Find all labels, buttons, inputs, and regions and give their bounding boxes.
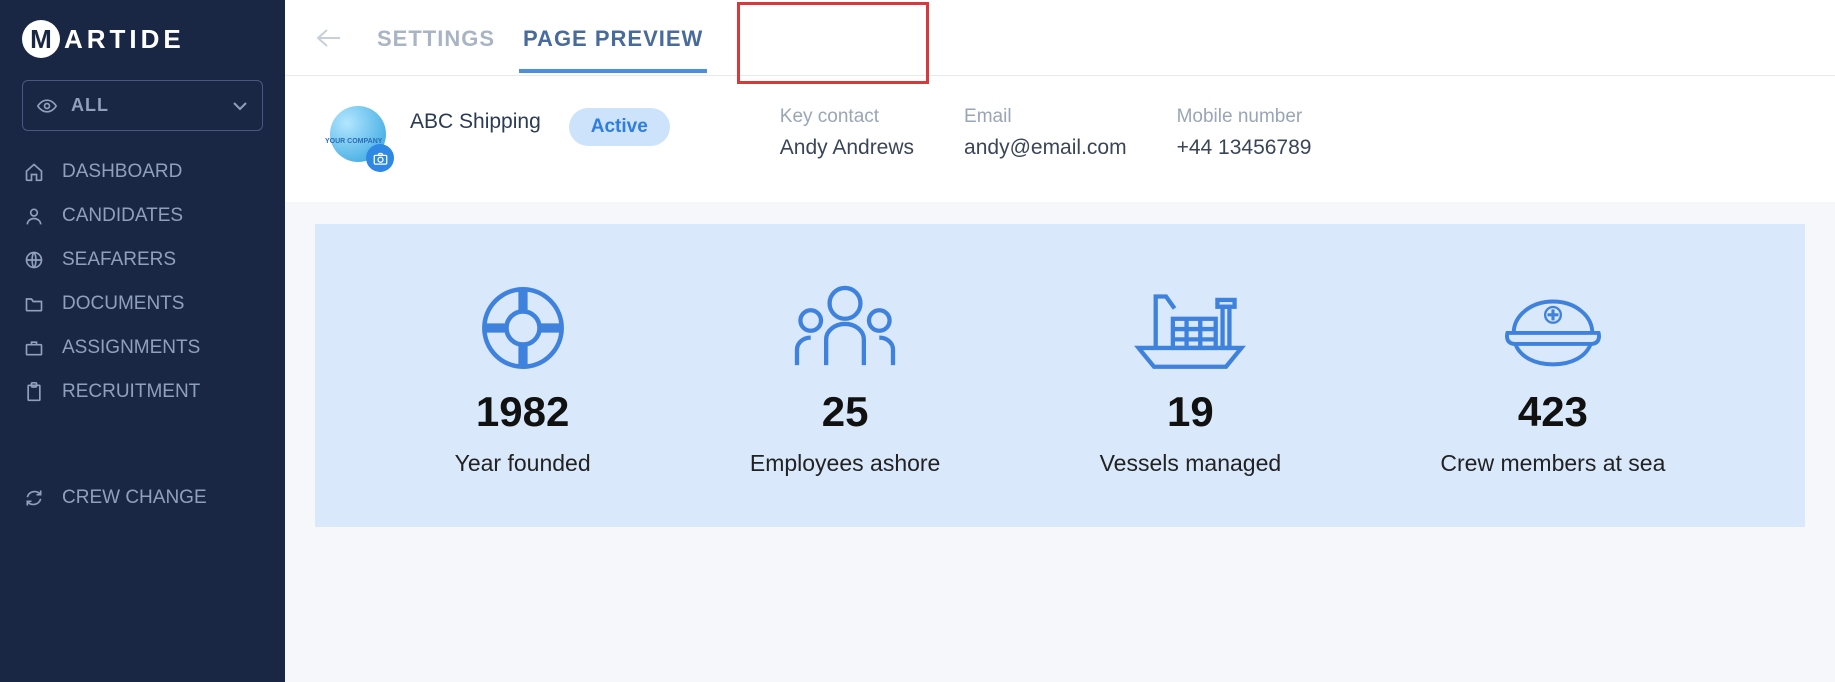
company-profile-row: YOUR COMPANY ABC Shipping Active Key con… [285, 76, 1835, 202]
contact-email: Email andy@email.com [964, 106, 1127, 160]
upload-photo-button[interactable] [366, 144, 394, 172]
stat-label: Year founded [455, 450, 591, 477]
sidebar: M ARTIDE ALL DASHBOARD CANDIDATES [0, 0, 285, 682]
sidebar-item-candidates[interactable]: CANDIDATES [22, 205, 263, 227]
stat-employees-ashore: 25 Employees ashore [750, 274, 941, 477]
contact-key: Key contact Andy Andrews [780, 106, 914, 160]
visibility-filter[interactable]: ALL [22, 80, 263, 131]
sidebar-item-recruitment[interactable]: RECRUITMENT [22, 381, 263, 403]
sidebar-item-documents[interactable]: DOCUMENTS [22, 293, 263, 315]
tab-page-preview[interactable]: PAGE PREVIEW [509, 2, 717, 73]
contact-mobile: Mobile number +44 13456789 [1177, 106, 1312, 160]
folder-icon [22, 295, 46, 313]
page-header: SETTINGS PAGE PREVIEW [285, 0, 1835, 76]
sidebar-item-assignments[interactable]: ASSIGNMENTS [22, 337, 263, 359]
user-icon [22, 206, 46, 226]
info-value: andy@email.com [964, 136, 1127, 160]
captain-cap-icon [1498, 274, 1608, 374]
highlight-annotation [737, 2, 929, 84]
sidebar-item-dashboard[interactable]: DASHBOARD [22, 161, 263, 183]
nav-label: RECRUITMENT [62, 381, 200, 403]
stat-vessels-managed: 19 Vessels managed [1100, 274, 1282, 477]
nav-label: DOCUMENTS [62, 293, 184, 315]
nav-label: SEAFARERS [62, 249, 176, 271]
status-badge: Active [569, 108, 670, 146]
info-label: Mobile number [1177, 106, 1312, 128]
stat-value: 1982 [476, 388, 569, 436]
company-avatar: YOUR COMPANY [330, 106, 390, 166]
company-name: ABC Shipping [410, 110, 541, 134]
camera-icon [373, 152, 388, 165]
home-icon [22, 162, 46, 182]
chevron-down-icon [232, 101, 248, 111]
nav-label: CANDIDATES [62, 205, 183, 227]
stat-year-founded: 1982 Year founded [455, 274, 591, 477]
nav-list: DASHBOARD CANDIDATES SEAFARERS DOCUMENTS… [22, 161, 263, 509]
eye-icon [37, 99, 57, 113]
clipboard-icon [22, 382, 46, 402]
filter-label: ALL [71, 95, 109, 116]
nav-label: DASHBOARD [62, 161, 182, 183]
info-label: Email [964, 106, 1127, 128]
sidebar-item-seafarers[interactable]: SEAFARERS [22, 249, 263, 271]
main-content: SETTINGS PAGE PREVIEW YOUR COMPANY ABC S… [285, 0, 1835, 682]
stats-panel: 1982 Year founded 25 Employees ashore [315, 224, 1805, 527]
ship-icon [1130, 274, 1250, 374]
brand-mark: M [22, 20, 60, 58]
brand-logo[interactable]: M ARTIDE [22, 20, 263, 58]
nav-separator [22, 425, 263, 465]
stat-label: Crew members at sea [1440, 450, 1665, 477]
briefcase-icon [22, 339, 46, 357]
stat-label: Vessels managed [1100, 450, 1282, 477]
company-block: YOUR COMPANY ABC Shipping Active [330, 106, 670, 166]
info-label: Key contact [780, 106, 914, 128]
stat-value: 25 [822, 388, 869, 436]
sidebar-item-crew-change[interactable]: CREW CHANGE [22, 487, 263, 509]
crew-icon [785, 274, 905, 374]
back-arrow-icon[interactable] [315, 28, 341, 48]
lifebuoy-icon [477, 274, 569, 374]
tab-settings[interactable]: SETTINGS [363, 2, 509, 73]
sync-icon [22, 488, 46, 508]
info-value: Andy Andrews [780, 136, 914, 160]
globe-icon [22, 250, 46, 270]
info-value: +44 13456789 [1177, 136, 1312, 160]
stat-value: 423 [1518, 388, 1588, 436]
stat-label: Employees ashore [750, 450, 941, 477]
nav-label: ASSIGNMENTS [62, 337, 200, 359]
brand-name: ARTIDE [64, 24, 185, 55]
nav-label: CREW CHANGE [62, 487, 207, 509]
stat-value: 19 [1167, 388, 1214, 436]
stat-crew-at-sea: 423 Crew members at sea [1440, 274, 1665, 477]
avatar-caption: YOUR COMPANY [325, 138, 382, 145]
